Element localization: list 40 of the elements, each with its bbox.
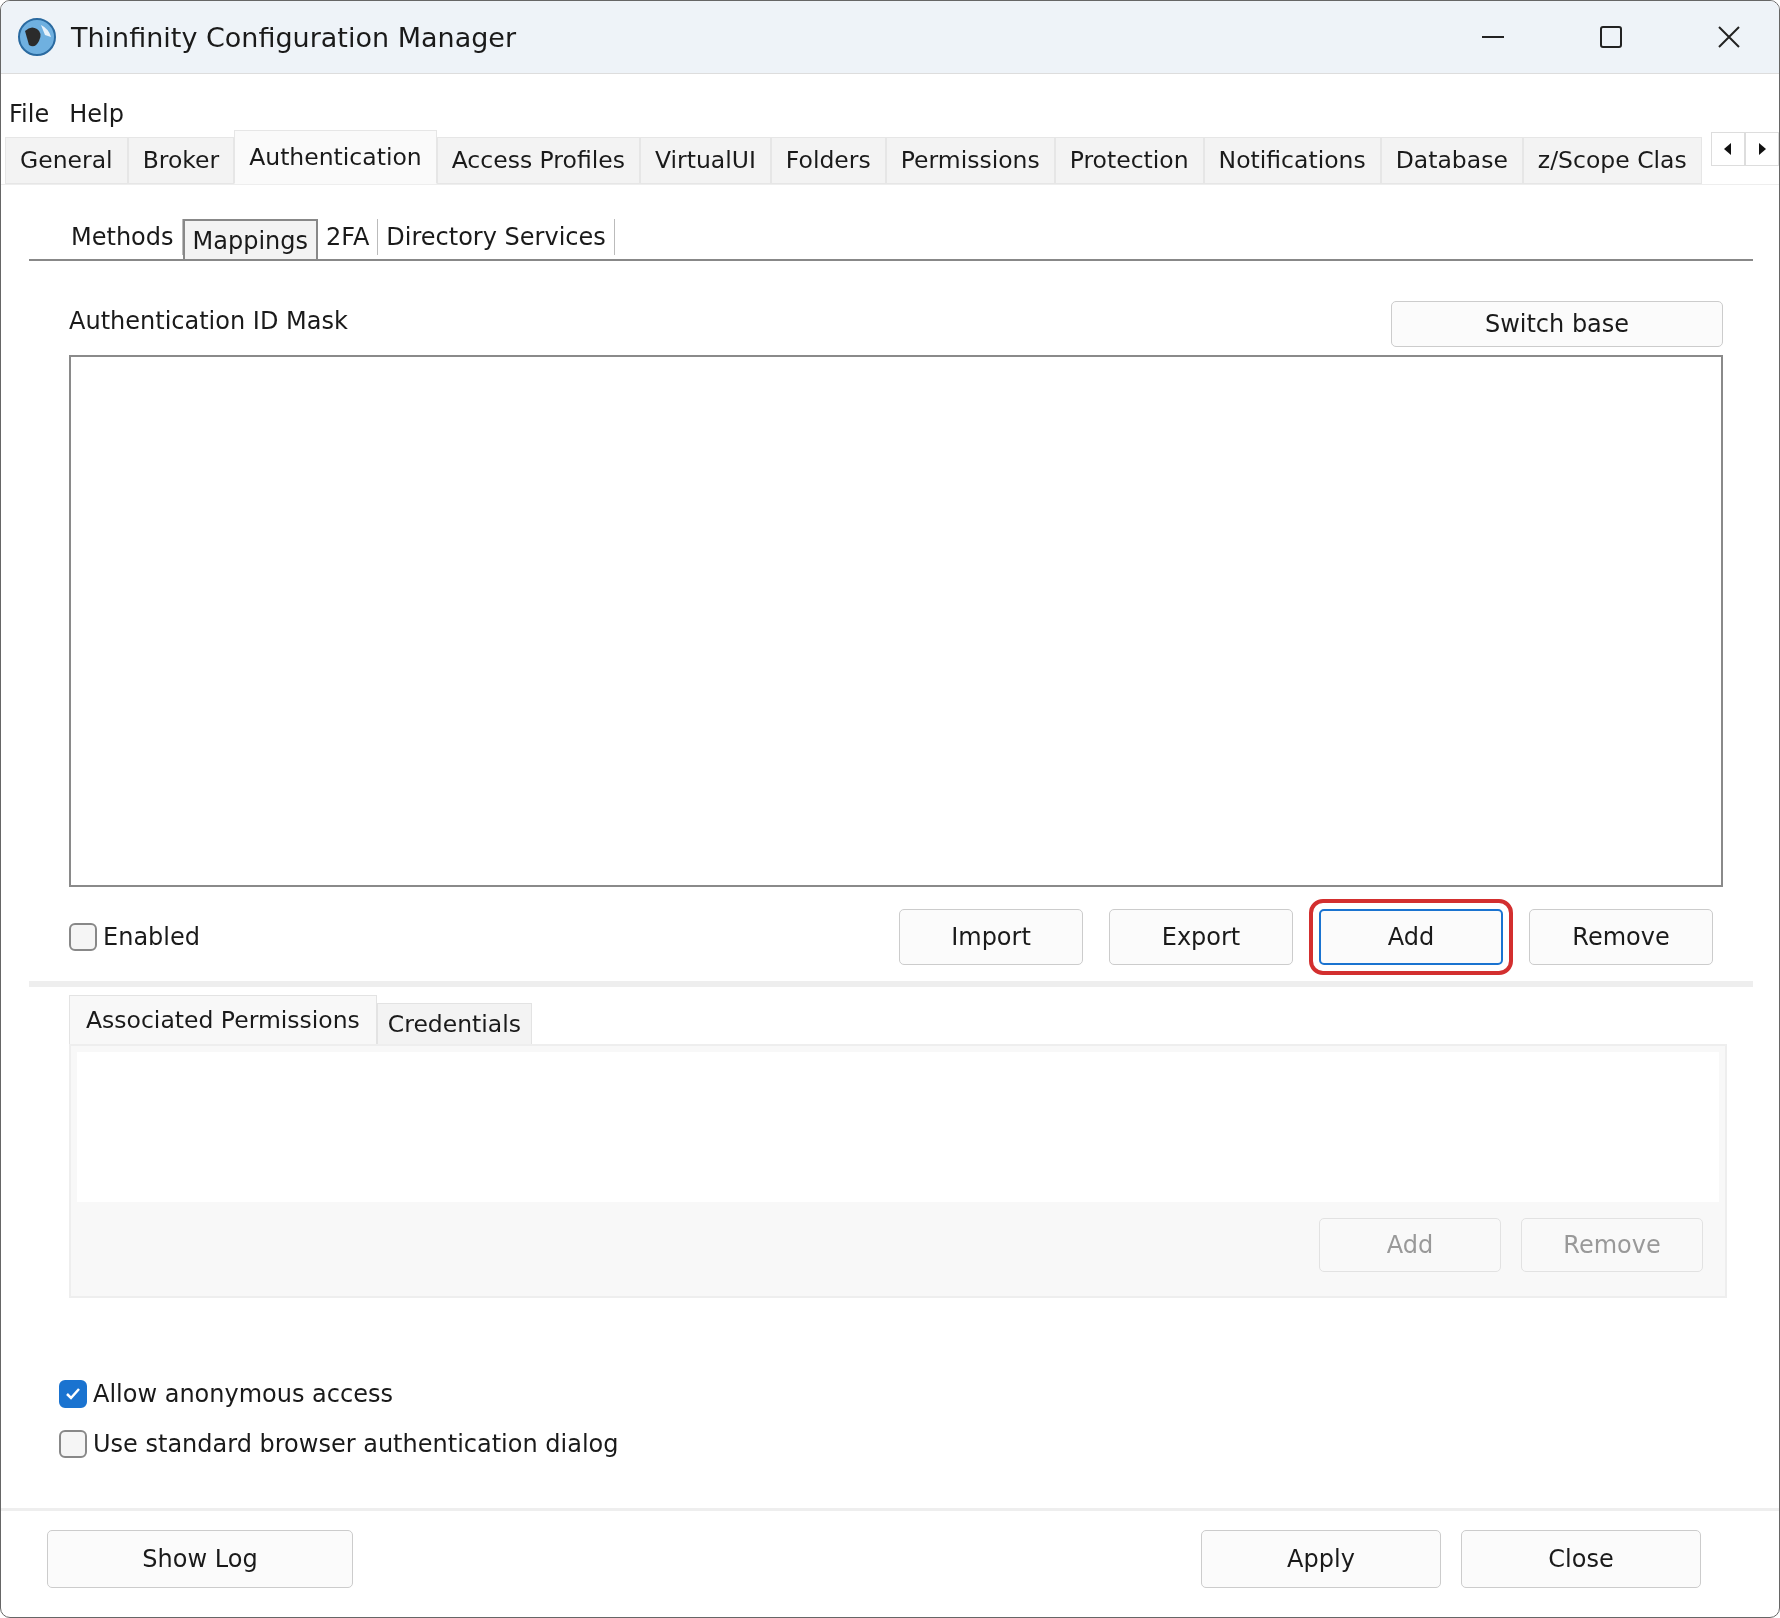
- tab[interactable]: Notifications: [1203, 137, 1381, 184]
- action-button[interactable]: Add: [1319, 909, 1503, 965]
- globe-icon: [17, 17, 57, 57]
- mask-label: Authentication ID Mask: [69, 307, 348, 335]
- tab[interactable]: Broker: [127, 137, 235, 184]
- tab[interactable]: Access Profiles: [436, 137, 640, 184]
- tab[interactable]: Credentials: [376, 1003, 533, 1044]
- footer-button[interactable]: Apply: [1201, 1530, 1441, 1588]
- checkbox[interactable]: [59, 1380, 87, 1408]
- action-button[interactable]: Import: [899, 909, 1083, 965]
- tab[interactable]: z/Scope Clas: [1522, 137, 1702, 184]
- tab[interactable]: Protection: [1054, 137, 1204, 184]
- close-icon[interactable]: [1717, 25, 1741, 49]
- scroll-left-icon[interactable]: [1711, 132, 1745, 166]
- subtab[interactable]: Directory Services: [378, 219, 615, 255]
- menu-item[interactable]: File: [9, 100, 50, 128]
- action-button[interactable]: Remove: [1529, 909, 1713, 965]
- checkbox-label: Allow anonymous access: [93, 1380, 393, 1408]
- footer-button[interactable]: Close: [1461, 1530, 1701, 1588]
- subtab[interactable]: Methods: [63, 219, 183, 255]
- checkbox-label: Enabled: [103, 923, 200, 951]
- tab[interactable]: Folders: [770, 137, 886, 184]
- tab[interactable]: Permissions: [885, 137, 1055, 184]
- subtab[interactable]: 2FA: [318, 219, 379, 255]
- tab[interactable]: Authentication: [234, 130, 437, 184]
- tab[interactable]: VirtualUI: [639, 137, 771, 184]
- window-title: Thinfinity Configuration Manager: [71, 21, 518, 53]
- action-button[interactable]: Export: [1109, 909, 1293, 965]
- tab[interactable]: Database: [1380, 137, 1523, 184]
- maximize-icon[interactable]: [1599, 25, 1623, 49]
- subtab[interactable]: Mappings: [182, 219, 318, 259]
- menu-item[interactable]: Help: [69, 100, 124, 128]
- checkbox[interactable]: [69, 923, 97, 951]
- show-log-button[interactable]: Show Log: [47, 1530, 353, 1588]
- switch-base-button[interactable]: Switch base: [1391, 301, 1723, 347]
- checkbox[interactable]: [59, 1430, 87, 1458]
- tab[interactable]: Associated Permissions: [69, 995, 377, 1044]
- checkbox-label: Use standard browser authentication dialog: [93, 1430, 619, 1458]
- scroll-right-icon[interactable]: [1745, 132, 1779, 166]
- tab[interactable]: General: [5, 137, 128, 184]
